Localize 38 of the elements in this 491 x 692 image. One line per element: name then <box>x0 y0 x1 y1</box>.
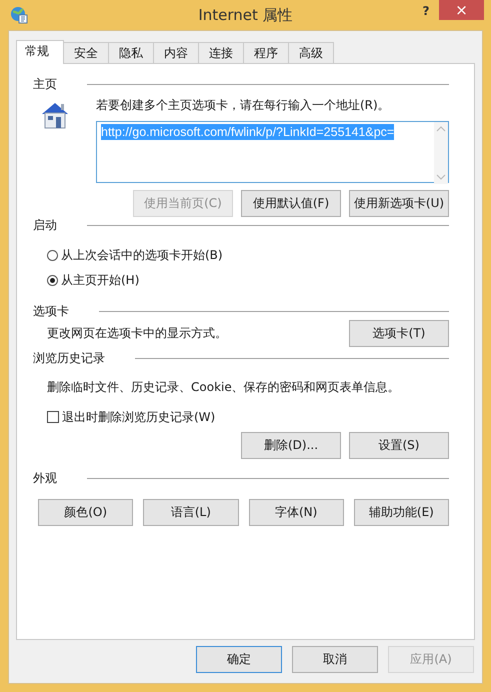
tab[interactable]: 安全 <box>63 42 109 63</box>
close-button[interactable]: × <box>439 0 484 20</box>
checkbox[interactable] <box>47 411 59 423</box>
option-label: 从主页开始(H) <box>61 272 140 288</box>
section-heading: 主页 <box>33 76 57 92</box>
button[interactable]: 字体(N) <box>248 499 344 526</box>
instruction-text: 若要创建多个主页选项卡，请在每行输入一个地址(R)。 <box>96 97 391 114</box>
tab[interactable]: 隐私 <box>108 42 154 63</box>
button[interactable]: 颜色(O) <box>38 499 134 526</box>
button[interactable]: 取消 <box>292 646 378 673</box>
tab[interactable]: 常规 <box>16 40 64 64</box>
window-title: Internet 属性 <box>197 6 294 24</box>
button[interactable]: 选项卡(T) <box>349 320 449 347</box>
option-label: 从上次会话中的选项卡开始(B) <box>61 246 223 264</box>
tab[interactable]: 连接 <box>198 42 244 63</box>
address-text: http://go.microsoft.com/fwlink/p/?LinkId=255141&pc= <box>101 124 394 140</box>
button[interactable]: 使用默认值(F) <box>241 190 341 217</box>
checkbox-label: 退出时删除浏览历史记录(W) <box>62 408 216 426</box>
tab[interactable]: 程序 <box>243 42 289 63</box>
globe-icon <box>10 6 28 24</box>
tab[interactable]: 内容 <box>153 42 199 63</box>
button[interactable]: 使用新选项卡(U) <box>349 190 449 217</box>
radio-button[interactable] <box>47 250 58 260</box>
section-heading: 外观 <box>33 470 57 486</box>
button[interactable]: 语言(L) <box>143 499 238 526</box>
help-button[interactable]: ? <box>413 0 439 18</box>
scrollbar <box>434 122 448 184</box>
section-heading: 启动 <box>33 216 57 234</box>
button[interactable]: 设置(S) <box>349 432 449 459</box>
tab[interactable]: 高级 <box>288 42 334 63</box>
description-text: 更改网页在选项卡中的显示方式。 <box>47 325 227 342</box>
radio-button[interactable] <box>47 274 58 286</box>
button[interactable]: 确定 <box>196 646 282 673</box>
button[interactable]: 辅助功能(E) <box>354 499 449 526</box>
description-text: 删除临时文件、历史记录、Cookie、保存的密码和网页表单信息。 <box>46 379 401 396</box>
section-heading: 浏览历史记录 <box>33 350 105 366</box>
section-heading: 选项卡 <box>33 302 69 320</box>
button[interactable]: 删除(D)... <box>241 432 341 459</box>
